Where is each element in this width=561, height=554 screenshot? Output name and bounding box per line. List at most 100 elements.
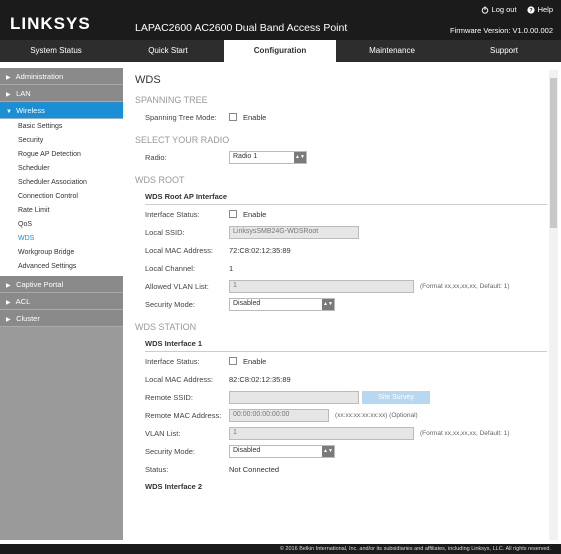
- root-status-row: Interface Status: Enable: [145, 205, 547, 223]
- sidebar-item-label: Captive Portal: [16, 280, 64, 289]
- root-secmode-label: Security Mode:: [145, 299, 196, 309]
- sidebar-subitem-security[interactable]: Security: [0, 134, 123, 148]
- footer-copyright: © 2016 Belkin International, Inc. and/or…: [0, 544, 561, 554]
- station-vlan-hint: (Format xx,xx,xx,xx, Default: 1): [420, 429, 510, 437]
- scrollbar-thumb[interactable]: [550, 78, 557, 228]
- site-survey-button[interactable]: Site Survey: [362, 390, 430, 404]
- root-enable-label: Enable: [243, 209, 267, 219]
- station-status-checkbox[interactable]: [229, 357, 237, 365]
- tab-maintenance[interactable]: Maintenance: [336, 40, 448, 62]
- spanning-tree-checkbox[interactable]: [229, 113, 237, 121]
- product-name: LAPAC2600 AC2600 Dual Band Access Point: [135, 22, 348, 34]
- sidebar-subitem-connection-control[interactable]: Connection Control: [0, 190, 123, 204]
- station-vlan-row: VLAN List: 1 (Format xx,xx,xx,xx, Defaul…: [145, 424, 547, 442]
- sidebar-item-label: ACL: [15, 297, 31, 306]
- section-heading-wds-root: WDS ROOT: [135, 175, 185, 185]
- station-status-row: Interface Status: Enable: [145, 352, 547, 370]
- root-ssid-label: Local SSID:: [145, 227, 185, 237]
- station-rssid-row: Remote SSID: Site Survey: [145, 388, 547, 406]
- radio-label: Radio:: [145, 152, 167, 162]
- station-mac-value: 82:C8:02:12:35:89: [229, 374, 291, 384]
- logout-link[interactable]: Log out: [481, 5, 517, 14]
- header-links: Log out ? Help: [481, 5, 553, 14]
- svg-text:?: ?: [529, 8, 533, 14]
- tab-support[interactable]: Support: [448, 40, 560, 62]
- station-rmac-label: Remote MAC Address:: [145, 410, 222, 420]
- chevron-updown-icon: ▲▼: [322, 298, 334, 310]
- root-vlan-label: Allowed VLAN List:: [145, 281, 209, 291]
- root-vlan-hint: (Format xx,xx,xx,xx, Default: 1): [420, 282, 510, 290]
- sidebar-subitem-rate-limit[interactable]: Rate Limit: [0, 204, 123, 218]
- station-status-label: Interface Status:: [145, 356, 200, 366]
- tab-system-status[interactable]: System Status: [0, 40, 112, 62]
- root-ssid-row: Local SSID: LinksysSMB24G-WDSRoot: [145, 223, 547, 241]
- station-connection-value: Not Connected: [229, 464, 280, 474]
- radio-row: Radio: Radio 1 ▲▼: [145, 148, 547, 166]
- root-vlan-field[interactable]: 1: [229, 279, 414, 293]
- sidebar-subitem-basic-settings[interactable]: Basic Settings: [0, 120, 123, 134]
- sidebar-item-wireless[interactable]: ▼ Wireless: [0, 102, 123, 119]
- wireless-submenu: Basic Settings Security Rogue AP Detecti…: [0, 119, 123, 276]
- sidebar-subitem-workgroup-bridge[interactable]: Workgroup Bridge: [0, 246, 123, 260]
- firmware-version: Firmware Version: V1.0.00.002: [450, 26, 553, 35]
- sidebar-subitem-scheduler[interactable]: Scheduler: [0, 162, 123, 176]
- help-link[interactable]: ? Help: [526, 5, 553, 14]
- spanning-tree-label: Spanning Tree Mode:: [145, 112, 217, 122]
- station-connection-row: Status: Not Connected: [145, 460, 547, 478]
- sidebar-item-administration[interactable]: ▶ Administration: [0, 68, 123, 85]
- root-channel-value: 1: [229, 263, 234, 273]
- sidebar-subitem-wds[interactable]: WDS: [0, 232, 123, 246]
- sidebar-item-label: LAN: [16, 89, 31, 98]
- scrollbar[interactable]: [549, 70, 558, 540]
- station-rmac-hint: (xx:xx:xx:xx:xx:xx) (Optional): [335, 411, 418, 419]
- sidebar-subitem-scheduler-association[interactable]: Scheduler Association: [0, 176, 123, 190]
- power-icon: [481, 5, 488, 14]
- root-secmode-row: Security Mode: Disabled ▲▼: [145, 295, 547, 313]
- station-secmode-row: Security Mode: Disabled ▲▼: [145, 442, 547, 460]
- sidebar-item-lan[interactable]: ▶ LAN: [0, 85, 123, 102]
- subsection-wds-interface-2: WDS Interface 2: [145, 482, 203, 491]
- sidebar-subitem-rogue-ap[interactable]: Rogue AP Detection: [0, 148, 123, 162]
- root-mac-row: Local MAC Address: 72:C8:02:12:35:89: [145, 241, 547, 259]
- chevron-updown-icon: ▲▼: [322, 445, 334, 457]
- main-content: WDS SPANNING TREE Spanning Tree Mode: En…: [135, 70, 547, 540]
- subsection-wds-interface-1: WDS Interface 1: [145, 339, 547, 352]
- root-status-label: Interface Status:: [145, 209, 200, 219]
- subsection-root-ap: WDS Root AP Interface: [145, 192, 547, 205]
- spanning-tree-row: Spanning Tree Mode: Enable: [145, 108, 547, 126]
- spanning-tree-enable-label: Enable: [243, 112, 267, 122]
- root-channel-row: Local Channel: 1: [145, 259, 547, 277]
- section-heading-wds-station: WDS STATION: [135, 322, 197, 332]
- header: LINKSYS LAPAC2600 AC2600 Dual Band Acces…: [0, 0, 561, 40]
- root-vlan-row: Allowed VLAN List: 1 (Format xx,xx,xx,xx…: [145, 277, 547, 295]
- sidebar-subitem-qos[interactable]: QoS: [0, 218, 123, 232]
- root-mac-value: 72:C8:02:12:35:89: [229, 245, 291, 255]
- logout-label: Log out: [491, 5, 517, 14]
- station-enable-label: Enable: [243, 356, 267, 366]
- sidebar-item-label: Wireless: [16, 106, 45, 115]
- sidebar-item-captive-portal[interactable]: ▶ Captive Portal: [0, 276, 123, 293]
- station-rssid-field[interactable]: [229, 390, 359, 404]
- root-status-checkbox[interactable]: [229, 210, 237, 218]
- station-vlan-label: VLAN List:: [145, 428, 181, 438]
- station-secmode-select[interactable]: Disabled ▲▼: [229, 444, 335, 458]
- station-secmode-label: Security Mode:: [145, 446, 196, 456]
- station-rmac-field[interactable]: 00:00:00:00:00:00: [229, 408, 329, 422]
- section-heading-spanning-tree: SPANNING TREE: [135, 95, 208, 105]
- root-channel-label: Local Channel:: [145, 263, 196, 273]
- root-secmode-select[interactable]: Disabled ▲▼: [229, 297, 335, 311]
- sidebar-subitem-advanced-settings[interactable]: Advanced Settings: [0, 260, 123, 274]
- station-secmode-value: Disabled: [233, 446, 261, 454]
- station-vlan-field[interactable]: 1: [229, 426, 414, 440]
- main-nav: System Status Quick Start Configuration …: [0, 40, 561, 62]
- chevron-right-icon: ▶: [6, 317, 11, 323]
- help-label: Help: [537, 5, 553, 14]
- sidebar-item-label: Administration: [15, 72, 64, 81]
- section-heading-select-radio: SELECT YOUR RADIO: [135, 135, 230, 145]
- tab-configuration[interactable]: Configuration: [224, 40, 336, 62]
- sidebar: ▶ Administration ▶ LAN ▼ Wireless Basic …: [0, 68, 123, 540]
- sidebar-item-cluster[interactable]: ▶ Cluster: [0, 310, 123, 327]
- tab-quick-start[interactable]: Quick Start: [112, 40, 224, 62]
- radio-select[interactable]: Radio 1 ▲▼: [229, 150, 307, 164]
- sidebar-item-acl[interactable]: ▶ ACL: [0, 293, 123, 310]
